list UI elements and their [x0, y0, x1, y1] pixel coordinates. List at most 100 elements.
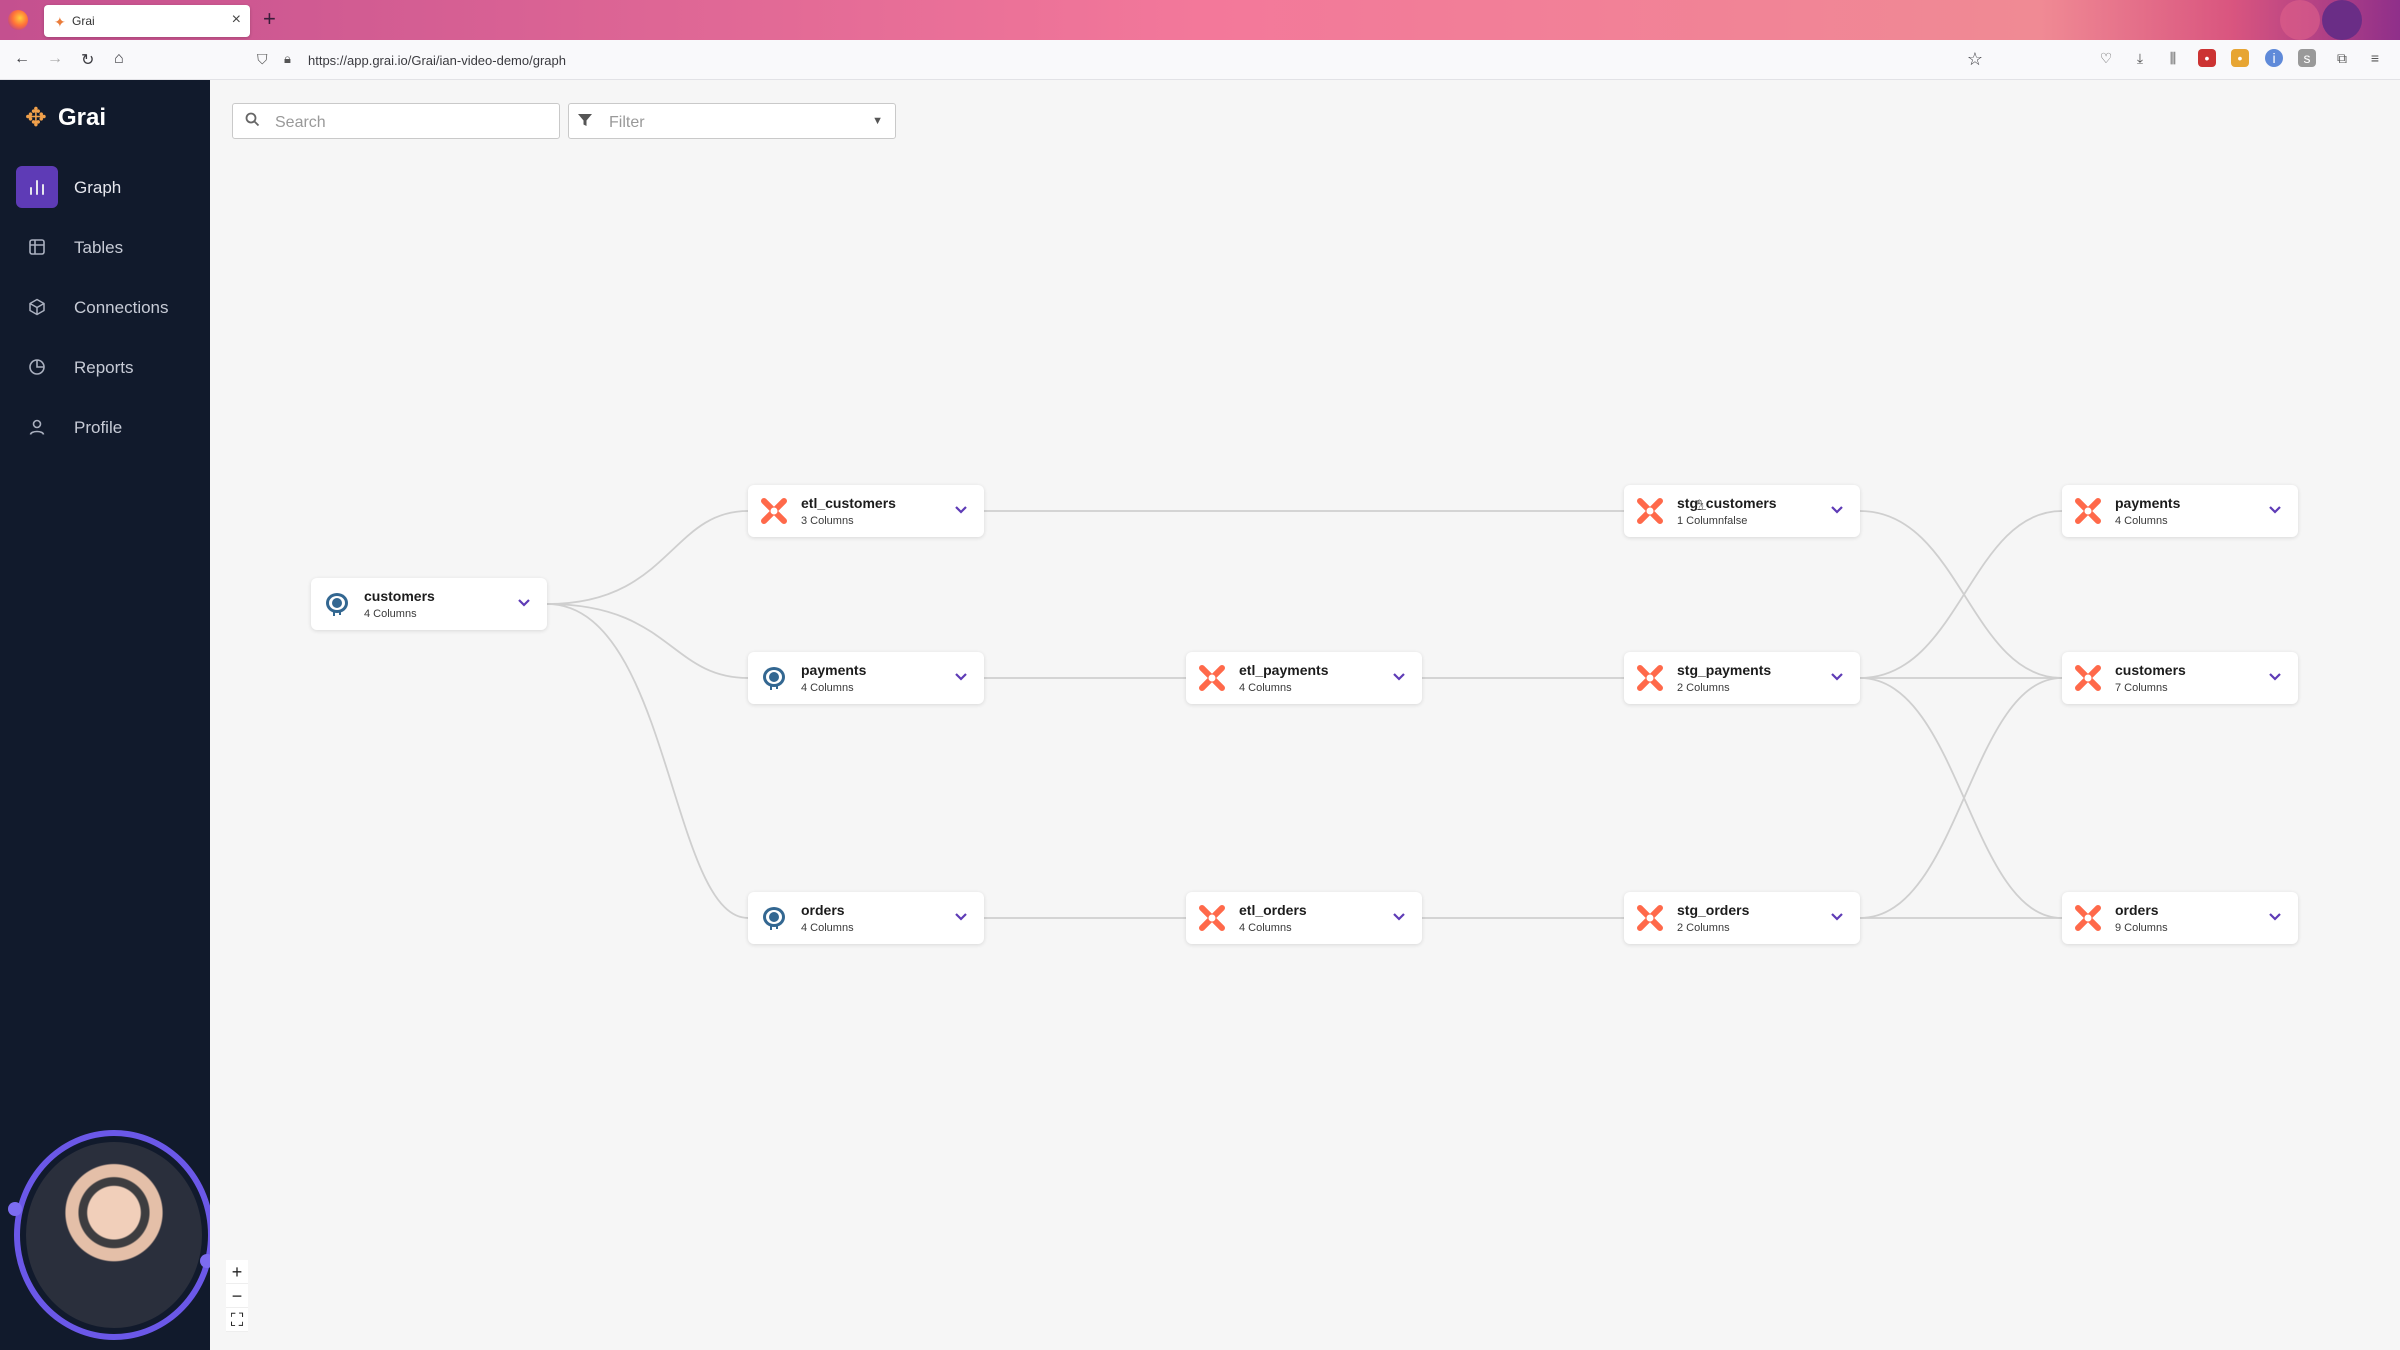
chevron-down-icon[interactable]	[1828, 668, 1846, 686]
graph-node[interactable]: payments 4 Columns	[2062, 485, 2298, 537]
lock-icon[interactable]: 🔒︎	[284, 51, 291, 67]
extension-icon[interactable]: •	[2198, 49, 2216, 67]
chevron-down-icon[interactable]	[1390, 668, 1408, 686]
fit-view-button[interactable]: ⛶	[226, 1308, 248, 1332]
graph-node[interactable]: payments 4 Columns	[748, 652, 984, 704]
chevron-down-icon[interactable]	[2266, 501, 2284, 519]
sidebar-item-reports[interactable]: Reports	[16, 346, 196, 388]
graph-edges	[546, 510, 2063, 919]
filter-select[interactable]: Filter ▼	[568, 103, 896, 139]
edge	[546, 603, 749, 679]
extension-icon[interactable]: •	[2231, 49, 2249, 67]
graph-node[interactable]: stg_payments 2 Columns	[1624, 652, 1860, 704]
chevron-down-icon[interactable]	[952, 501, 970, 519]
sidebar-item-profile[interactable]: Profile	[16, 406, 196, 448]
sidebar-item-graph[interactable]: Graph	[16, 166, 196, 208]
sidebar: ✥ Grai Graph Tables Connections Reports …	[0, 80, 214, 1350]
node-name: orders	[801, 902, 845, 918]
graph-node[interactable]: etl_orders 4 Columns	[1186, 892, 1422, 944]
pocket-icon[interactable]: ♡	[2097, 49, 2115, 67]
extension-icon[interactable]: i	[2265, 49, 2283, 67]
postgres-icon	[763, 667, 785, 690]
sidebar-item-label: Graph	[74, 178, 122, 197]
browser-tab[interactable]: ✦ Grai ×	[44, 5, 250, 37]
graph-node[interactable]: stg_orders 2 Columns	[1624, 892, 1860, 944]
node-column-count: 7 Columns	[2115, 682, 2168, 694]
node-column-count: 4 Columns	[801, 922, 854, 934]
node-column-count: 1 Columnfalse	[1677, 515, 1748, 527]
menu-icon[interactable]: ≡	[2366, 49, 2384, 67]
graph-canvas[interactable]: Search Filter ▼ customers 4 Columns etl_…	[210, 80, 2400, 1350]
node-name: stg_orders	[1677, 902, 1750, 918]
library-icon[interactable]: ⫼	[2164, 49, 2182, 67]
dbt-icon	[2075, 905, 2101, 931]
search-placeholder: Search	[275, 114, 326, 131]
dbt-icon	[2075, 665, 2101, 691]
grai-logo-icon: ✥	[25, 102, 47, 132]
bar-chart-icon	[16, 166, 58, 208]
sidebar-item-tables[interactable]: Tables	[16, 226, 196, 268]
node-name: customers	[364, 588, 435, 604]
node-column-count: 4 Columns	[801, 682, 854, 694]
dbt-icon	[1637, 665, 1663, 691]
new-tab-button[interactable]: +	[263, 6, 276, 32]
address-bar[interactable]: ⛉ 🔒︎ https://app.grai.io/Grai/ian-video-…	[252, 44, 1987, 76]
graph-node[interactable]: stg_customers 1 Columnfalse	[1624, 485, 1860, 537]
bookmark-star-icon[interactable]: ☆	[1967, 49, 1983, 70]
browser-tab-bar: ✦ Grai × +	[0, 0, 2400, 40]
sidebar-item-label: Tables	[74, 238, 124, 257]
zoom-in-button[interactable]: +	[226, 1260, 248, 1284]
graph-node[interactable]: etl_customers 3 Columns	[748, 485, 984, 537]
reload-icon[interactable]: ↻	[81, 50, 94, 70]
node-column-count: 4 Columns	[1239, 922, 1292, 934]
chevron-down-icon[interactable]	[2266, 908, 2284, 926]
forward-arrow-icon[interactable]: →	[47, 50, 63, 68]
chevron-down-icon[interactable]	[1828, 501, 1846, 519]
chevron-down-icon[interactable]	[1390, 908, 1408, 926]
user-icon	[16, 406, 58, 448]
search-input[interactable]: Search	[232, 103, 560, 139]
app-name: Grai	[58, 104, 107, 131]
edge	[546, 510, 749, 605]
node-column-count: 4 Columns	[364, 608, 417, 620]
node-name: payments	[801, 662, 867, 678]
chevron-down-icon[interactable]	[952, 668, 970, 686]
zoom-out-button[interactable]: −	[226, 1284, 248, 1308]
extension-icon[interactable]: s	[2298, 49, 2316, 67]
graph-node[interactable]: orders 9 Columns	[2062, 892, 2298, 944]
chevron-down-icon[interactable]	[952, 908, 970, 926]
chevron-down-icon[interactable]	[2266, 668, 2284, 686]
grab-hand-cursor-icon: ✋︎	[1695, 497, 1704, 514]
graph-node[interactable]: customers 4 Columns	[311, 578, 547, 630]
sidebar-item-label: Profile	[74, 418, 123, 437]
chevron-down-icon[interactable]	[515, 594, 533, 612]
filter-placeholder: Filter	[609, 114, 645, 131]
node-name: stg_payments	[1677, 662, 1772, 678]
postgres-icon	[326, 593, 348, 616]
dbt-icon	[2075, 498, 2101, 524]
sidebar-item-label: Reports	[74, 358, 134, 377]
firefox-logo-icon	[8, 10, 28, 30]
chevron-down-icon[interactable]	[1828, 908, 1846, 926]
url-text[interactable]: https://app.grai.io/Grai/ian-video-demo/…	[308, 53, 566, 68]
edge	[1859, 510, 2063, 679]
dbt-icon	[1637, 905, 1663, 931]
node-column-count: 2 Columns	[1677, 682, 1730, 694]
graph-node[interactable]: orders 4 Columns	[748, 892, 984, 944]
download-icon[interactable]: ⤓	[2131, 49, 2149, 67]
graph-node[interactable]: etl_payments 4 Columns	[1186, 652, 1422, 704]
dbt-icon	[761, 498, 787, 524]
node-name: etl_customers	[801, 495, 896, 511]
shield-icon[interactable]: ⛉	[257, 51, 268, 68]
graph-node[interactable]: customers 7 Columns	[2062, 652, 2298, 704]
back-arrow-icon[interactable]: ←	[14, 50, 30, 68]
search-icon	[245, 112, 260, 131]
node-name: etl_orders	[1239, 902, 1307, 918]
node-name: etl_payments	[1239, 662, 1329, 678]
home-icon[interactable]: ⌂	[114, 50, 124, 68]
sidebar-item-connections[interactable]: Connections	[16, 286, 196, 328]
close-tab-icon[interactable]: ×	[232, 11, 241, 29]
puzzle-icon[interactable]: ⧉	[2333, 49, 2351, 67]
table-icon	[16, 226, 58, 268]
filter-icon	[577, 112, 593, 132]
